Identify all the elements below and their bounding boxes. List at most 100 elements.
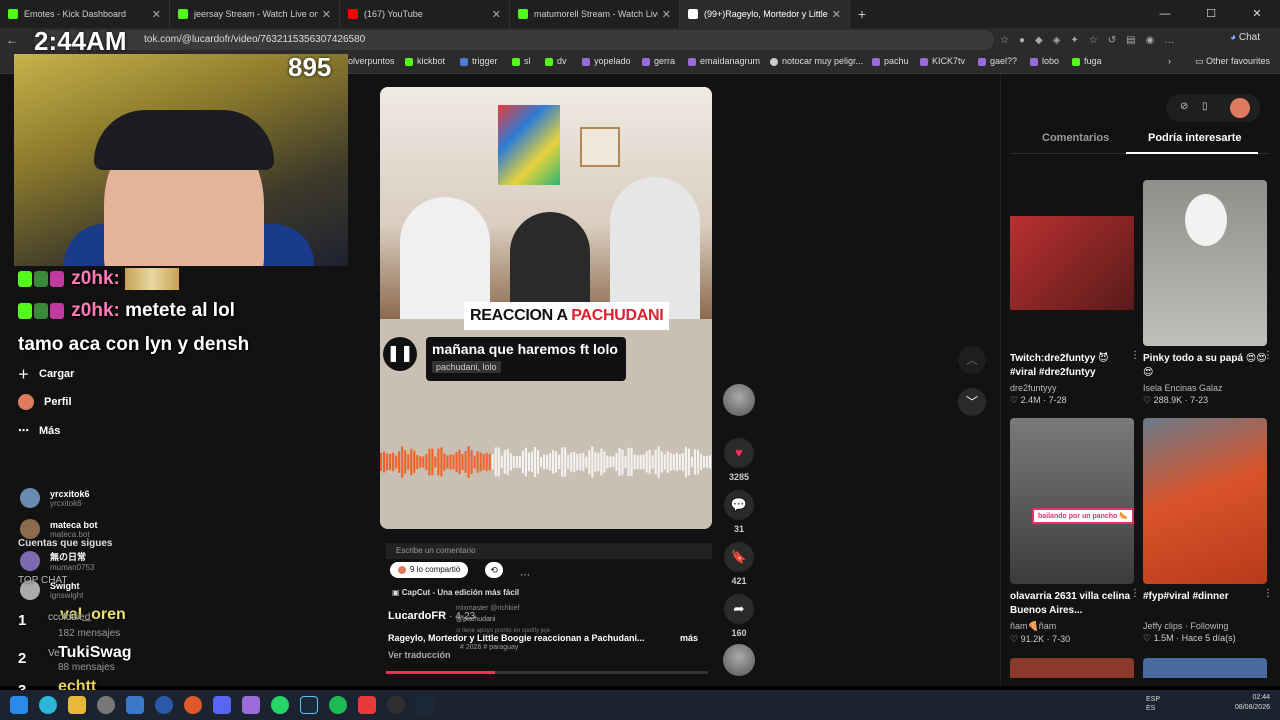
close-icon[interactable]: ✕: [152, 8, 161, 21]
close-window-icon[interactable]: ✕: [1234, 0, 1280, 28]
extension-icon[interactable]: ◆: [1035, 35, 1043, 46]
windows-start-icon[interactable]: [10, 696, 28, 714]
whatsapp-icon[interactable]: [271, 696, 289, 714]
tab-comments[interactable]: Comentarios: [1042, 132, 1109, 144]
close-icon[interactable]: ✕: [662, 8, 671, 21]
bookmark[interactable]: yopelado: [582, 56, 631, 66]
bookmark[interactable]: lobo: [1030, 56, 1059, 66]
more-options-icon[interactable]: ⋮: [1130, 588, 1140, 599]
profile-icon[interactable]: ◉: [1146, 35, 1155, 46]
app-icon[interactable]: [155, 696, 173, 714]
previous-video-button[interactable]: ︿: [958, 346, 986, 374]
browser-tab[interactable]: Emotes - Kick Dashboard ✕: [0, 0, 170, 28]
close-icon[interactable]: ✕: [492, 8, 501, 21]
browser-tab[interactable]: jeersay Stream - Watch Live on Kick✕: [170, 0, 340, 28]
bookmark[interactable]: olverpuntos: [348, 56, 395, 66]
video-player[interactable]: REACCION A PACHUDANI ❚❚ mañana que harem…: [380, 87, 712, 529]
bookmark[interactable]: gerra: [642, 56, 675, 66]
coin-icon[interactable]: ⊘: [1180, 101, 1188, 112]
app-icon[interactable]: [126, 696, 144, 714]
edge-icon[interactable]: [39, 696, 57, 714]
sidebar-item-profile[interactable]: Perfil: [18, 394, 72, 410]
more-options-icon[interactable]: ⋮: [1263, 588, 1273, 599]
see-more-link[interactable]: más: [680, 633, 698, 643]
collections-icon[interactable]: ▤: [1126, 35, 1135, 46]
tab-recommended[interactable]: Podría interesarte: [1148, 132, 1242, 144]
sidebar-item-upload[interactable]: ＋ Cargar: [18, 366, 74, 382]
post-mention[interactable]: @pachudani: [456, 616, 495, 623]
creator-avatar-button[interactable]: [722, 384, 756, 416]
save-button[interactable]: 🔖 421: [722, 542, 756, 586]
recommended-video-card[interactable]: Twitch:dre2funtyy 😈 #viral #dre2funtyy d…: [1010, 180, 1140, 406]
translate-link[interactable]: Ver traducción: [388, 650, 451, 660]
comment-input[interactable]: Escribe un comentario: [386, 543, 712, 559]
system-clock[interactable]: 02:44 08/08/2026: [1235, 693, 1270, 713]
recommended-video-card[interactable]: bailando por un pancho 🌭 olavarria 2631 …: [1010, 418, 1140, 645]
repost-icon[interactable]: ⟲: [485, 562, 503, 578]
bookmark[interactable]: trigger: [460, 56, 498, 66]
minimize-icon[interactable]: —: [1142, 0, 1188, 28]
shared-indicator[interactable]: 9 lo compartió: [390, 562, 469, 578]
following-account[interactable]: yrcxitok6 yrcxitok6: [20, 488, 90, 508]
following-account[interactable]: mateca bot mateca.bot: [20, 519, 98, 539]
more-options-icon[interactable]: ⋮: [1130, 350, 1140, 361]
next-video-button[interactable]: ﹀: [958, 388, 986, 416]
url-field[interactable]: tok.com/@lucardofr/video/763211535630742…: [34, 30, 994, 50]
other-favourites[interactable]: ▭ Other favourites: [1195, 56, 1270, 67]
app-icon[interactable]: [184, 696, 202, 714]
bookmark[interactable]: sl: [512, 56, 531, 66]
settings-icon[interactable]: [97, 696, 115, 714]
following-account[interactable]: 無の日常 muman0753: [20, 550, 94, 572]
extension-icon[interactable]: ●: [1019, 35, 1025, 46]
close-icon[interactable]: ✕: [322, 8, 331, 21]
share-button[interactable]: ➦ 160: [722, 594, 756, 638]
like-button[interactable]: ♥ 3285: [722, 438, 756, 482]
language-indicator[interactable]: ESP ES: [1146, 695, 1160, 713]
new-tab-button[interactable]: +: [850, 6, 874, 22]
bookmark[interactable]: KICK7tv: [920, 56, 965, 66]
bookmark[interactable]: emaidanagrum: [688, 56, 760, 66]
puzzle-icon[interactable]: ✦: [1070, 35, 1078, 46]
menu-icon[interactable]: …: [1164, 35, 1174, 46]
recommended-video-card[interactable]: [1143, 658, 1267, 678]
bookmark[interactable]: fuga: [1072, 56, 1102, 66]
favorites-icon[interactable]: ☆: [1089, 35, 1098, 46]
history-icon[interactable]: ↺: [1108, 35, 1116, 46]
device-icon[interactable]: ▯: [1202, 101, 1208, 112]
back-icon[interactable]: ←: [2, 33, 22, 47]
recommended-video-card[interactable]: Pinky todo a su papá 😍😍😍 Isela Encinas G…: [1143, 180, 1273, 406]
extension-icon[interactable]: ◈: [1053, 35, 1061, 46]
bookmark[interactable]: pachu: [872, 56, 909, 66]
pause-icon[interactable]: ❚❚: [383, 337, 417, 371]
video-progress-bar[interactable]: [386, 671, 708, 674]
user-avatar[interactable]: [1230, 98, 1250, 118]
comment-button[interactable]: 💬 31: [722, 490, 756, 534]
spotify-icon[interactable]: [329, 696, 347, 714]
steam-icon[interactable]: [416, 696, 434, 714]
obs-icon[interactable]: [387, 696, 405, 714]
copilot-chat-button[interactable]: ◕ Chat: [1230, 32, 1260, 43]
close-icon[interactable]: ✕: [832, 8, 841, 21]
more-options-icon[interactable]: ⋮: [1263, 350, 1273, 361]
more-options-icon[interactable]: ⋯: [520, 570, 530, 581]
post-hashtags[interactable]: # 2026 # paraguay: [460, 644, 518, 651]
sidebar-item-more[interactable]: ⋯ Más: [18, 424, 60, 438]
app-icon[interactable]: [242, 696, 260, 714]
folder-icon[interactable]: [68, 696, 86, 714]
capcut-link[interactable]: ▣ CapCut - Una edición más fácil: [392, 588, 519, 597]
chevron-right-icon[interactable]: ›: [1168, 56, 1171, 66]
recommended-video-card[interactable]: #fyp#viral #dinner Jeffy clips · Followi…: [1143, 418, 1273, 644]
bookmark[interactable]: gael??: [978, 56, 1017, 66]
star-icon[interactable]: ☆: [1000, 35, 1009, 46]
music-avatar-button[interactable]: [722, 644, 756, 676]
app-icon[interactable]: [358, 696, 376, 714]
browser-tab-active[interactable]: (99+)Rageylo, Mortedor y Little Bo ✕: [680, 0, 850, 28]
bookmark[interactable]: kickbot: [405, 56, 445, 66]
maximize-icon[interactable]: ☐: [1188, 0, 1234, 28]
browser-tab[interactable]: (167) YouTube ✕: [340, 0, 510, 28]
steam-icon[interactable]: [300, 696, 318, 714]
bookmark[interactable]: notocar muy peligr...: [770, 56, 863, 66]
bookmark[interactable]: dv: [545, 56, 567, 66]
discord-icon[interactable]: [213, 696, 231, 714]
browser-tab[interactable]: matumorell Stream - Watch Live on Kick✕: [510, 0, 680, 28]
